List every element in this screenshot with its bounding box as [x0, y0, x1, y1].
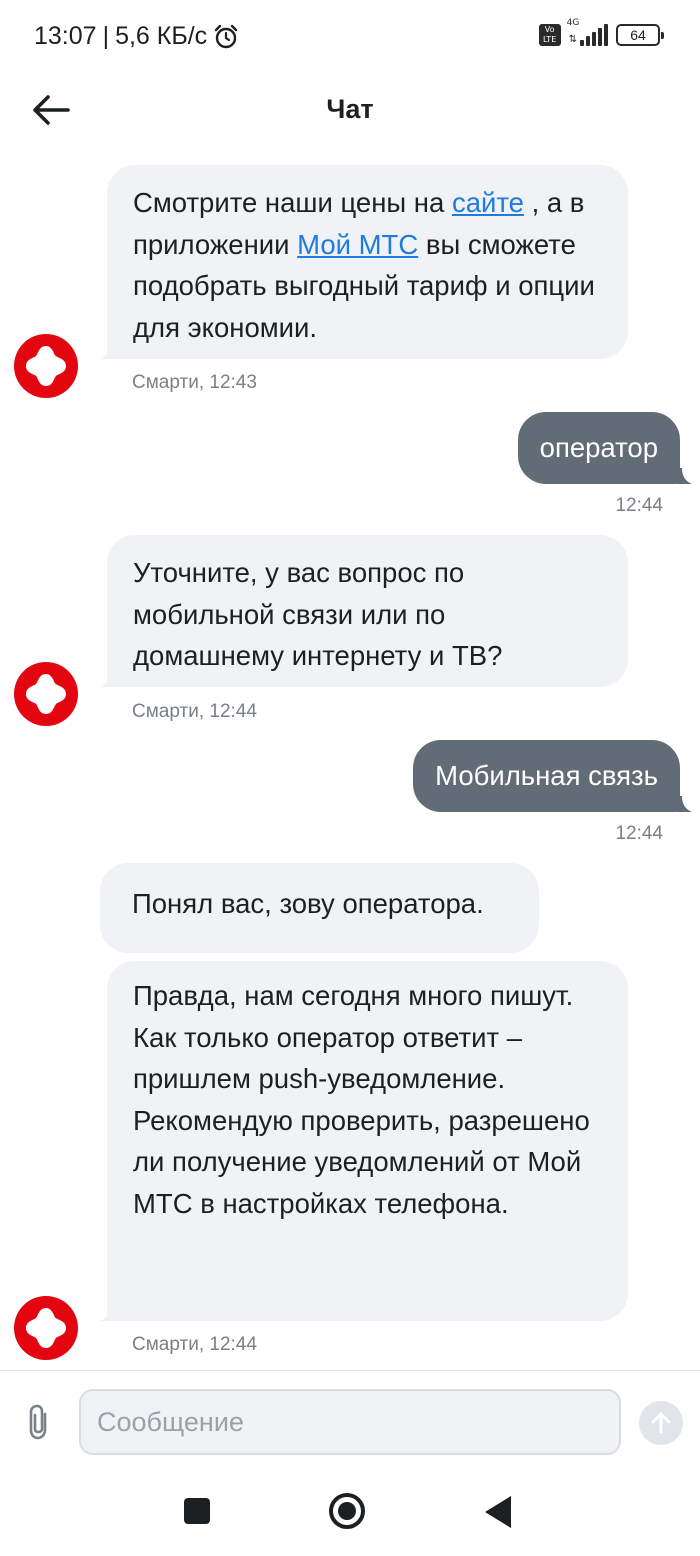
bubble-tail [676, 468, 692, 484]
message-time: 12:44 [615, 823, 663, 844]
home-button[interactable] [329, 1493, 365, 1529]
data-arrows-icon: ⇅ [568, 34, 577, 45]
mts-egg-logo-icon [26, 1308, 66, 1348]
divider [0, 1370, 700, 1371]
alarm-clock-icon [214, 24, 238, 48]
bubble-tail [100, 343, 116, 359]
bot-message: Уточните, у вас вопрос по мобильной связ… [107, 535, 628, 687]
message-text: Смотрите наши цены на [133, 187, 452, 218]
status-right: Vo LTE 4G ⇅ 64 [538, 18, 664, 46]
chat-header: Чат [0, 76, 700, 144]
message-line: Как только оператор ответит – пришлем pu… [133, 1021, 523, 1095]
status-time: 13:07 [34, 22, 97, 50]
system-back-button[interactable] [485, 1496, 511, 1528]
message-text: оператор [539, 432, 658, 463]
message-meta: Смарти, 12:44 [132, 1334, 257, 1355]
signal-bar [604, 24, 608, 46]
bot-message: Понял вас, зову оператора. [100, 863, 539, 953]
attach-button[interactable] [24, 1402, 54, 1442]
bot-message: Правда, нам сегодня много пишут. Как тол… [107, 961, 628, 1321]
signal-bar [592, 32, 596, 46]
mts-egg-logo-icon [26, 346, 66, 386]
signal-bar [586, 36, 590, 46]
message-line: Правда, нам сегодня много пишут. [133, 980, 574, 1011]
site-link[interactable]: сайте [452, 187, 524, 218]
send-button[interactable] [639, 1401, 683, 1445]
bubble-tail [100, 671, 116, 687]
bot-message: Смотрите наши цены на сайте , а в прилож… [107, 165, 628, 359]
my-mts-link[interactable]: Мой МТС [297, 229, 418, 260]
message-text: Уточните, у вас вопрос по мобильной связ… [133, 557, 503, 671]
signal-bar [580, 40, 584, 46]
battery-icon: 64 [616, 24, 664, 46]
message-meta: Смарти, 12:44 [132, 701, 257, 722]
user-message: оператор [517, 412, 680, 484]
signal-bar [598, 28, 602, 46]
message-text: Мобильная связь [435, 760, 658, 791]
avatar [14, 334, 78, 398]
status-speed: 5,6 КБ/с [115, 22, 208, 50]
paperclip-icon [29, 1404, 47, 1440]
avatar [14, 1296, 78, 1360]
volte-icon: Vo LTE [538, 24, 561, 46]
message-meta: Смарти, 12:43 [132, 372, 257, 393]
status-left: 13:07 | 5,6 КБ/с [34, 22, 239, 51]
user-message: Мобильная связь [413, 740, 680, 812]
network-type: 4G [566, 18, 580, 28]
message-input[interactable] [79, 1389, 621, 1455]
message-time: 12:44 [615, 495, 663, 516]
avatar [14, 662, 78, 726]
bubble-tail [676, 796, 692, 812]
mts-egg-logo-icon [26, 674, 66, 714]
status-separator: | [102, 22, 110, 50]
page-title: Чат [326, 94, 374, 124]
recents-button[interactable] [184, 1498, 210, 1524]
message-line: Рекомендую проверить, разрешено ли получ… [133, 1104, 590, 1219]
system-nav-bar [0, 1470, 700, 1556]
bubble-tail [100, 1305, 116, 1321]
message-text: Понял вас, зову оператора. [132, 888, 484, 919]
arrow-up-icon [651, 1412, 671, 1434]
signal-icon: 4G ⇅ [567, 18, 608, 46]
status-bar: 13:07 | 5,6 КБ/с Vo LTE 4G ⇅ 64 [0, 0, 700, 76]
